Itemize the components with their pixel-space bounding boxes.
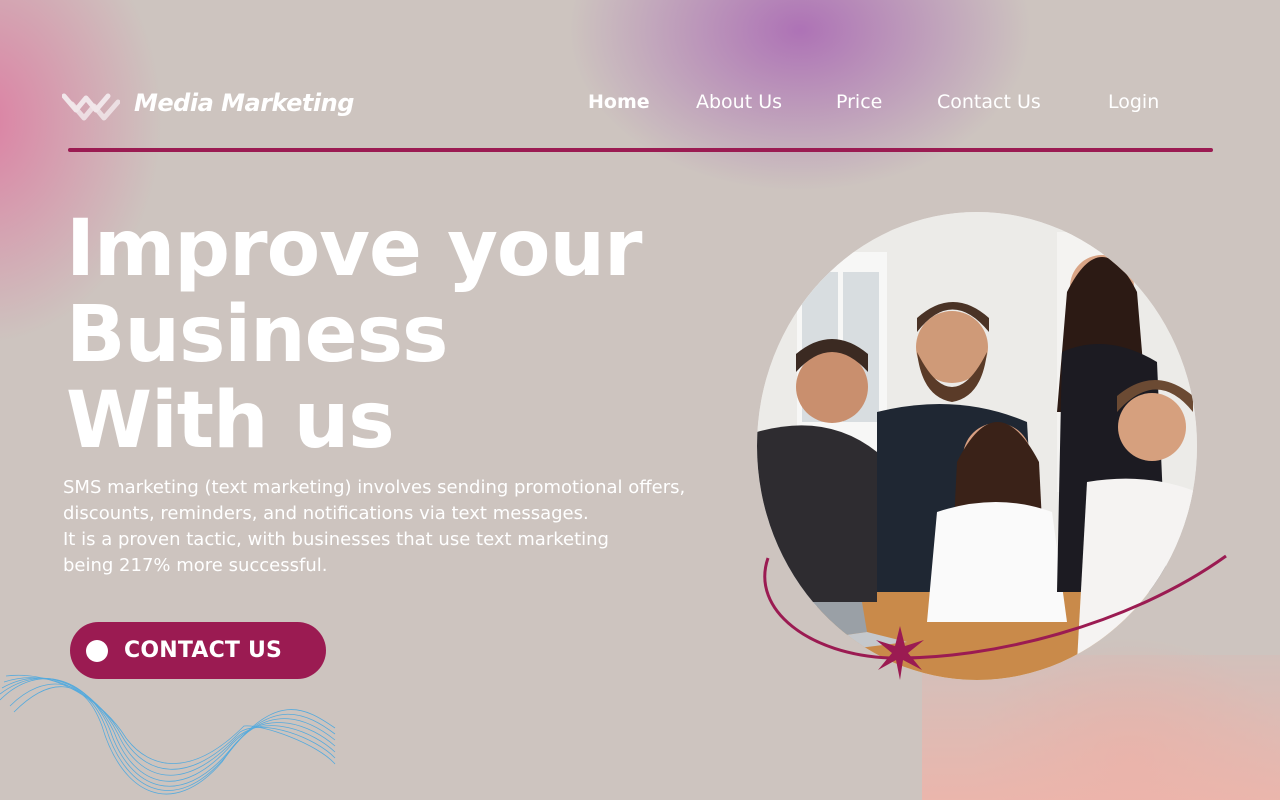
header-divider [68, 148, 1213, 152]
main-nav: Home About Us Price Contact Us Login [0, 91, 1280, 117]
hero-title-line: Improve your [66, 204, 643, 294]
hero-description-line: SMS marketing (text marketing) involves … [63, 477, 686, 498]
nav-home[interactable]: Home [588, 91, 650, 113]
hero-description-line: It is a proven tactic, with businesses t… [63, 529, 609, 550]
nav-price[interactable]: Price [836, 91, 882, 113]
sparkle-icon [876, 626, 924, 680]
hero-title-line: With us [66, 376, 395, 466]
contact-us-button-label: CONTACT US [124, 638, 283, 663]
hero-description: SMS marketing (text marketing) involves … [63, 475, 723, 579]
nav-contact-us[interactable]: Contact Us [937, 91, 1041, 113]
hero-description-line: discounts, reminders, and notifications … [63, 503, 589, 524]
hero-title-line: Business [66, 290, 448, 380]
nav-login[interactable]: Login [1108, 91, 1159, 113]
hero-description-line: being 217% more successful. [63, 555, 328, 576]
dot-icon [86, 639, 108, 662]
nav-about-us[interactable]: About Us [696, 91, 782, 113]
hero-title: Improve your Business With us [66, 204, 643, 466]
decorative-arc [763, 554, 1227, 680]
decorative-waves [0, 674, 336, 795]
